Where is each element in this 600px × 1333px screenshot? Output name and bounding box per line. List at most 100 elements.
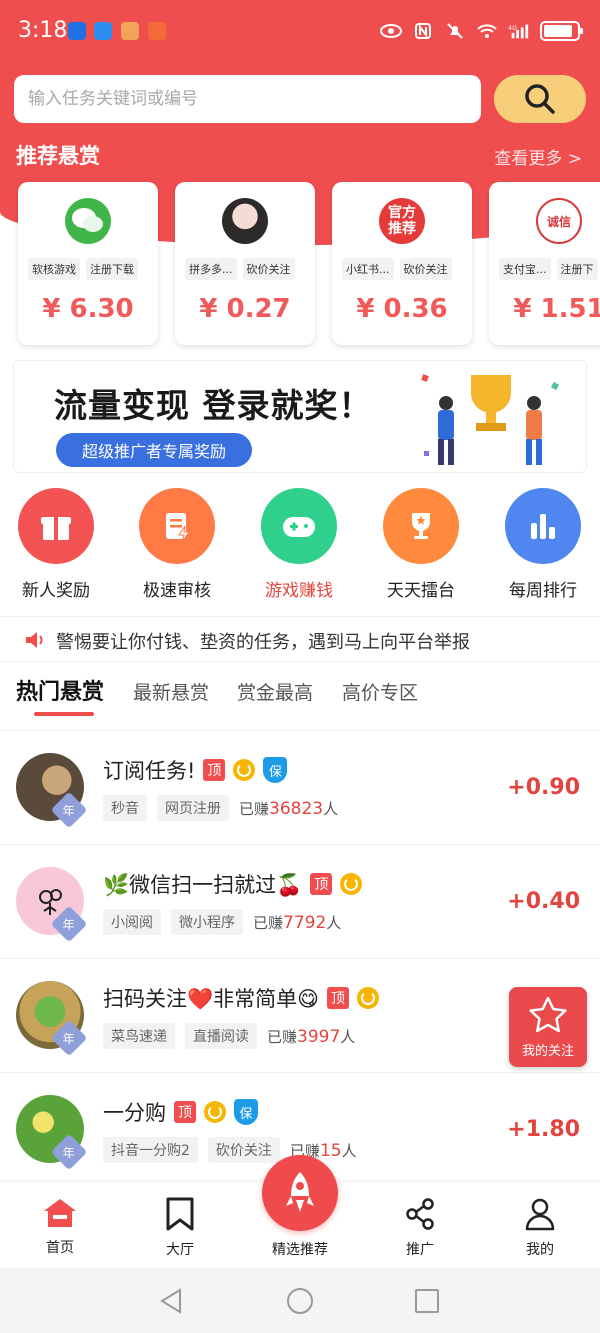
speaker-icon	[26, 632, 43, 648]
notice-bar[interactable]: 警惕要让你付钱、垫资的任务，遇到马上向平台举报	[0, 616, 600, 662]
card-tag: 拼多多...	[185, 258, 237, 280]
girl-avatar	[222, 198, 268, 244]
task-chip: 网页注册	[157, 795, 229, 821]
gamepad-icon	[261, 488, 337, 564]
person-icon	[525, 1198, 555, 1231]
card-tag: 砍价关注	[399, 258, 452, 280]
task-chip: 砍价关注	[207, 1137, 280, 1163]
task-chip: 菜鸟速递	[103, 1023, 175, 1049]
task-chip: 小阅阅	[103, 909, 161, 935]
status-icons: 4G	[380, 20, 583, 42]
tab-high-price[interactable]: 高价专区	[342, 678, 418, 705]
nav-hall[interactable]: 大厅	[130, 1197, 230, 1259]
card-tag: 砍价关注	[242, 258, 295, 280]
quick-action-label: 新人奖励	[22, 581, 90, 601]
tab-latest[interactable]: 最新悬赏	[133, 678, 209, 705]
battery-icon	[540, 21, 583, 41]
bottom-nav: 首页 大厅 精选推荐 推广 我的	[0, 1155, 600, 1268]
wechat-avatar	[65, 198, 111, 244]
quick-actions: 新人奖励 极速审核 游戏赚钱 天天擂台 每周排行	[0, 488, 600, 608]
refresh-badge-icon	[357, 987, 380, 1009]
nav-label: 大厅	[166, 1242, 194, 1258]
task-title: 🌿微信扫一扫就过🍒	[103, 873, 303, 897]
tab-highest-reward[interactable]: 赏金最高	[237, 678, 313, 705]
tab-underline	[34, 712, 94, 716]
wifi-icon	[476, 20, 498, 42]
back-icon[interactable]	[158, 1287, 184, 1315]
task-chip: 抖音一分购2	[103, 1137, 198, 1163]
task-earned: 已赚36823人	[239, 798, 339, 819]
nav-featured-button[interactable]	[262, 1155, 338, 1231]
task-row[interactable]: 年 🌿微信扫一扫就过🍒 顶 小阅阅 微小程序 已赚7792人 +0.40	[0, 844, 600, 958]
trophy-icon	[383, 488, 459, 564]
nav-mine[interactable]: 我的	[490, 1197, 590, 1259]
task-chip: 秒音	[103, 795, 147, 821]
card-price: ¥ 6.30	[42, 294, 134, 324]
quick-action-new-user[interactable]: 新人奖励	[1, 488, 111, 601]
banner-button[interactable]: 超级推广者专属奖励	[56, 433, 252, 467]
card-tag: 注册下	[556, 258, 598, 280]
share-icon	[406, 1198, 434, 1230]
bar-chart-icon	[505, 488, 581, 564]
nfc-icon	[412, 20, 434, 42]
task-row[interactable]: 年 订阅任务! 顶 保 秒音 网页注册 已赚36823人 +0.90	[0, 730, 600, 844]
recommend-card[interactable]: 官方推荐 小红书... 砍价关注 ¥ 0.36	[332, 182, 472, 345]
home-circle-icon[interactable]	[285, 1286, 315, 1316]
task-earned: 已赚7792人	[253, 912, 342, 933]
gift-icon	[18, 488, 94, 564]
recommend-cards: 软核游戏 注册下载 ¥ 6.30 拼多多... 砍价关注 ¥ 0.27 官方推荐…	[18, 182, 600, 347]
task-title: 订阅任务!	[103, 759, 196, 783]
quick-action-daily-arena[interactable]: 天天擂台	[366, 488, 476, 601]
mute-icon	[444, 20, 466, 42]
recommend-card[interactable]: 诚信 支付宝... 注册下 ¥ 1.51	[489, 182, 600, 345]
refresh-badge-icon	[233, 759, 256, 781]
rocket-icon	[286, 1172, 314, 1212]
trophy-illustration	[421, 374, 560, 465]
guarantee-badge: 保	[234, 1099, 258, 1125]
recommend-card[interactable]: 软核游戏 注册下载 ¥ 6.30	[18, 182, 158, 345]
home-icon	[44, 1199, 76, 1227]
card-tag: 注册下载	[86, 258, 138, 280]
my-favorites-button[interactable]: 我的关注	[509, 987, 587, 1067]
card-tag: 支付宝...	[499, 258, 551, 280]
top-badge: 顶	[327, 987, 350, 1009]
promo-banner[interactable]: 流量变现 登录就奖！ 超级推广者专属奖励	[13, 360, 587, 473]
recommend-card[interactable]: 拼多多... 砍价关注 ¥ 0.27	[175, 182, 315, 345]
quick-action-label: 天天擂台	[387, 581, 455, 601]
quick-action-fast-review[interactable]: 极速审核	[122, 488, 232, 601]
tab-hot[interactable]: 热门悬赏	[16, 674, 104, 706]
quick-action-game-money[interactable]: 游戏赚钱	[244, 488, 354, 601]
task-chip: 直播阅读	[185, 1023, 257, 1049]
status-time: 3:18	[18, 18, 68, 43]
task-reward: +0.90	[507, 775, 580, 800]
search-icon	[525, 84, 555, 114]
favorites-label: 我的关注	[521, 1044, 574, 1059]
search-button[interactable]	[494, 75, 586, 123]
signal-icon: 4G	[508, 20, 530, 42]
nav-label: 首页	[46, 1240, 74, 1256]
search-input[interactable]	[14, 75, 481, 123]
recommend-title: 推荐悬赏	[16, 144, 100, 168]
task-title: 一分购	[103, 1101, 166, 1125]
recommend-more-link[interactable]: 查看更多 >	[494, 144, 582, 169]
quick-action-label: 每周排行	[509, 581, 577, 601]
app-notification-icon	[148, 22, 166, 40]
system-nav-bar	[0, 1268, 600, 1333]
task-title: 扫码关注❤️非常简单😋	[103, 987, 320, 1011]
star-icon	[529, 996, 567, 1033]
document-flash-icon	[139, 488, 215, 564]
refresh-badge-icon	[340, 873, 363, 895]
card-price: ¥ 0.36	[356, 294, 448, 324]
nav-home[interactable]: 首页	[10, 1197, 110, 1257]
app-notification-icon	[121, 22, 139, 40]
nav-label: 推广	[406, 1242, 434, 1258]
quick-action-label: 游戏赚钱	[265, 581, 333, 601]
banner-title: 流量变现 登录就奖！	[54, 386, 373, 425]
svg-text:4G: 4G	[508, 24, 517, 32]
nav-promote[interactable]: 推广	[370, 1197, 470, 1259]
recents-icon[interactable]	[414, 1288, 440, 1314]
task-reward: +0.40	[507, 889, 580, 914]
official-recommend-avatar: 官方推荐	[379, 198, 425, 244]
top-badge: 顶	[174, 1101, 196, 1123]
quick-action-weekly-rank[interactable]: 每周排行	[488, 488, 598, 601]
